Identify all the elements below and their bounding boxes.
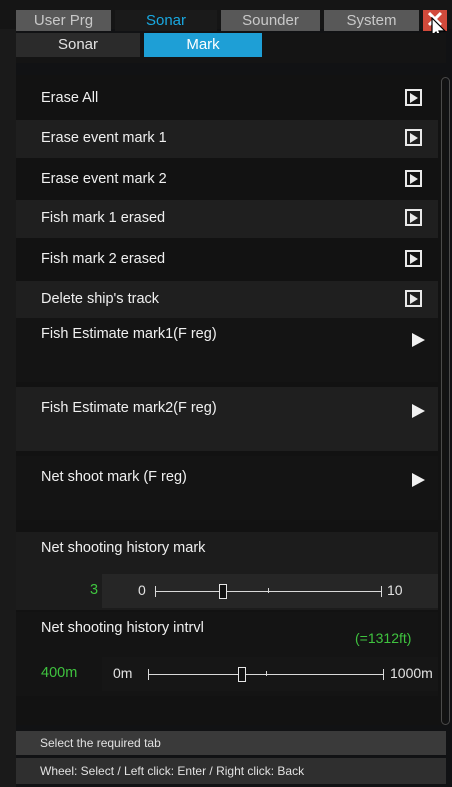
menu-row-fish-mark-2-erased[interactable]: Fish mark 2 erased <box>16 241 438 279</box>
menu-row-label: Fish mark 2 erased <box>41 251 166 267</box>
submenu-label: Net shoot mark (F reg) <box>41 469 187 485</box>
slider-min-label: 0m <box>113 665 133 681</box>
sub-tab-bar: Sonar Mark <box>16 33 446 63</box>
slider-end-cap <box>383 669 384 680</box>
slider-thumb[interactable] <box>238 667 246 682</box>
setting-value: 400m <box>41 665 78 681</box>
slider-max-label: 1000m <box>390 665 433 681</box>
status-hint-bar: Select the required tab <box>16 731 446 755</box>
menu-row-label: Delete ship's track <box>41 291 160 307</box>
slider-track[interactable]: 0m 1000m <box>102 657 438 691</box>
tab-system[interactable]: System <box>324 10 419 31</box>
net-history-mark-setting: Net shooting history mark 3 0 10 <box>16 532 438 610</box>
play-box-icon[interactable] <box>405 209 422 226</box>
submenu-fish-estimate-mark2[interactable]: Fish Estimate mark2(F reg) <box>16 387 438 451</box>
converted-value: (=1312ft) <box>355 630 412 646</box>
subtab-sonar[interactable]: Sonar <box>16 33 140 57</box>
tab-sonar[interactable]: Sonar <box>115 10 217 31</box>
menu-row-label: Erase event mark 1 <box>41 130 167 146</box>
slider-track[interactable]: 0 10 <box>102 574 438 608</box>
menu-row-erase-all[interactable]: Erase All <box>16 80 438 118</box>
menu-row-erase-event-mark-2[interactable]: Erase event mark 2 <box>16 161 438 199</box>
menu-row-fish-mark-1-erased[interactable]: Fish mark 1 erased <box>16 200 438 238</box>
slider-end-cap <box>381 586 382 597</box>
menu-row-erase-event-mark-1[interactable]: Erase event mark 1 <box>16 120 438 158</box>
play-box-icon[interactable] <box>405 129 422 146</box>
left-strip <box>0 29 16 787</box>
tab-sounder[interactable]: Sounder <box>221 10 320 31</box>
status-hint: Select the required tab <box>40 736 161 750</box>
slider-thumb[interactable] <box>218 584 227 599</box>
submenu-fish-estimate-mark1[interactable]: Fish Estimate mark1(F reg) <box>16 318 438 382</box>
menu-row-label: Fish mark 1 erased <box>41 210 166 226</box>
play-box-icon[interactable] <box>405 89 422 106</box>
play-box-icon[interactable] <box>405 250 422 267</box>
net-history-intrvl-setting: Net shooting history intrvl (=1312ft) 40… <box>16 612 438 696</box>
tab-user-prg[interactable]: User Prg <box>16 10 111 31</box>
menu-row-label: Erase All <box>41 90 99 106</box>
top-tab-bar: User Prg Sonar Sounder System ✕ <box>0 0 452 31</box>
menu-row-delete-ships-track[interactable]: Delete ship's track <box>16 281 438 319</box>
slider-mid-tick <box>266 671 267 676</box>
menu-row-label: Erase event mark 2 <box>41 171 167 187</box>
subtab-mark[interactable]: Mark <box>144 33 262 57</box>
slider-max-label: 10 <box>387 582 403 598</box>
slider-min-label: 0 <box>138 582 146 598</box>
scrollbar[interactable] <box>441 77 450 725</box>
status-controls: Wheel: Select / Left click: Enter / Righ… <box>40 764 305 778</box>
submenu-label: Fish Estimate mark2(F reg) <box>41 400 217 416</box>
status-controls-bar: Wheel: Select / Left click: Enter / Righ… <box>16 758 446 784</box>
play-arrow-icon[interactable] <box>412 333 425 347</box>
play-box-icon[interactable] <box>405 170 422 187</box>
play-arrow-icon[interactable] <box>412 404 425 418</box>
setting-title: Net shooting history intrvl <box>41 620 204 636</box>
submenu-label: Fish Estimate mark1(F reg) <box>41 326 217 342</box>
setting-value: 3 <box>90 582 99 598</box>
slider-mid-tick <box>268 588 269 593</box>
setting-title: Net shooting history mark <box>41 540 206 556</box>
play-box-icon[interactable] <box>405 290 422 307</box>
submenu-net-shoot-mark[interactable]: Net shoot mark (F reg) <box>16 456 438 520</box>
play-arrow-icon[interactable] <box>412 473 425 487</box>
